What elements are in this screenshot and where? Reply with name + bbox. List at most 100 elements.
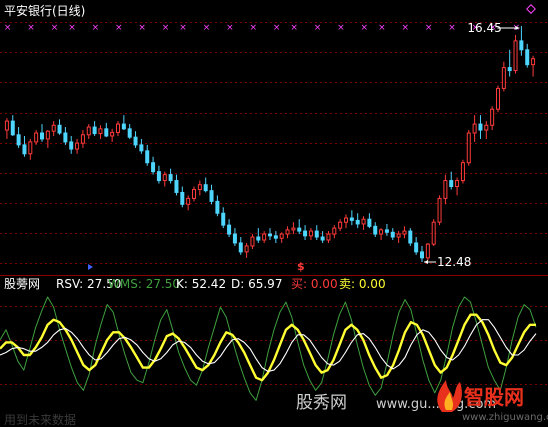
candle-body (221, 212, 226, 226)
candle-body (338, 221, 343, 229)
candle-body (133, 136, 138, 146)
signal-marker: × (203, 23, 211, 33)
signal-marker: × (92, 23, 100, 33)
candle (496, 85, 500, 113)
candle-body (209, 190, 214, 202)
candle-body (104, 128, 109, 137)
candle-body (69, 141, 74, 150)
candle-body (320, 236, 325, 241)
candle-body (256, 236, 261, 241)
candle-body (507, 67, 512, 72)
candle-body (373, 225, 378, 235)
candle-body (51, 124, 56, 132)
candle-body (390, 231, 395, 238)
legend-item: K: 52.42 (176, 277, 226, 291)
signal-dollar: $ (297, 260, 305, 273)
candle-body (449, 180, 454, 188)
chart-title: 平安银行(日线) (4, 3, 85, 18)
watermark-center-url: www.gu...ang.com (376, 397, 496, 412)
candle-body (40, 132, 44, 140)
candle-body (285, 229, 290, 235)
candle-body (531, 58, 536, 66)
candle-body (501, 67, 506, 89)
candle-body (232, 233, 237, 244)
candle (437, 195, 442, 226)
candle-body (121, 123, 126, 130)
candle-body (460, 162, 465, 182)
candle-body (420, 251, 424, 259)
high-label: 16.45 (467, 21, 501, 35)
candle (460, 159, 465, 184)
signal-marker: × (378, 23, 386, 33)
candle-body (367, 218, 372, 227)
legend-item: D: 65.97 (231, 277, 282, 291)
candle-body (478, 123, 483, 131)
candle-body (4, 120, 9, 131)
candle-body (22, 144, 27, 155)
signal-marker: × (425, 23, 433, 33)
signal-marker: × (401, 23, 409, 33)
candle-body (314, 230, 319, 238)
legend-item: 买: 0.00 (291, 277, 338, 291)
candle-body (197, 184, 202, 190)
candle-body (437, 197, 442, 223)
legend-item: WMS: 27.50 (108, 277, 180, 291)
flame-logo-icon (437, 380, 462, 412)
candle-body (63, 132, 68, 143)
candle-body (34, 132, 39, 143)
candle-body (361, 218, 366, 225)
candle (513, 34, 518, 74)
candle-body (268, 233, 272, 237)
signal-marker: × (138, 23, 146, 33)
candle-body (513, 40, 518, 72)
signal-marker: × (290, 23, 298, 33)
candle-body (238, 242, 243, 253)
candle-body (10, 120, 15, 136)
candle-body (86, 126, 91, 136)
watermark-center: 股秀网 (296, 393, 347, 413)
candle-body (57, 124, 62, 134)
candle-body (379, 229, 384, 235)
candle-body (28, 141, 33, 155)
candle-body (443, 180, 448, 199)
candle-body (156, 171, 161, 182)
candle-body (75, 142, 80, 150)
series-k-line (0, 313, 536, 382)
candle-body (519, 40, 524, 51)
low-label: 12.48 (437, 255, 471, 269)
candle (425, 242, 430, 261)
candle-body (414, 242, 419, 253)
candle-body (16, 134, 21, 146)
signal-marker: × (226, 23, 234, 33)
signal-marker: × (314, 23, 322, 33)
signal-marker: × (162, 23, 170, 33)
signal-marker: × (51, 23, 59, 33)
candle-body (402, 230, 407, 235)
signal-marker: × (27, 23, 35, 33)
candle-body (92, 126, 97, 135)
series-rsv-line (0, 296, 537, 401)
signal-marker: × (448, 23, 456, 33)
candle-body (384, 229, 389, 233)
candle-body (186, 197, 191, 205)
candle-body (127, 128, 132, 138)
signal-marker: × (179, 23, 187, 33)
signal-marker: × (68, 23, 76, 33)
candle-body (227, 224, 232, 235)
legend-item: 卖: 0.00 (339, 277, 386, 291)
candle-body (490, 108, 495, 126)
candle-body (244, 245, 249, 253)
candle-body (525, 49, 530, 66)
signal-marker: × (4, 23, 12, 33)
indicator-name: 股蒡网 (4, 277, 40, 291)
candle-body (162, 174, 167, 182)
candle-body (408, 230, 413, 244)
candle-body (308, 230, 313, 237)
chart-window: ×××××××××××××××××××××××× 16.4512.48$ 平安银… (0, 0, 548, 427)
candle-body (291, 227, 296, 231)
signal-marker: × (361, 23, 369, 33)
candle-body (396, 233, 401, 238)
candle-body (139, 144, 144, 152)
candle-body (203, 184, 208, 192)
candle (431, 219, 436, 246)
